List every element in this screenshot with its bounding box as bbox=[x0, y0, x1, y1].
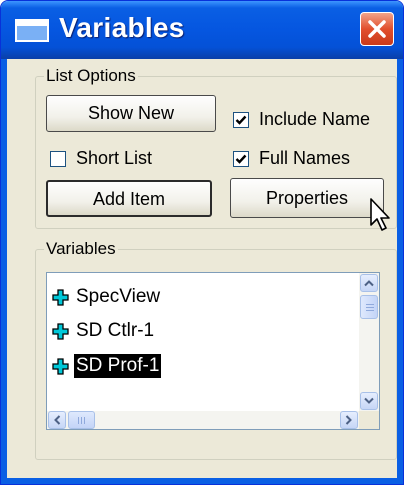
vertical-scroll-thumb[interactable] bbox=[360, 295, 378, 319]
window-title: Variables bbox=[59, 12, 185, 43]
scrollbar-corner bbox=[359, 411, 379, 429]
scroll-up-button[interactable] bbox=[360, 274, 378, 292]
include-name-checkbox[interactable]: Include Name bbox=[233, 109, 370, 130]
vertical-scrollbar[interactable] bbox=[359, 273, 379, 411]
checkmark-icon bbox=[235, 154, 247, 164]
window-frame-bottom bbox=[1, 478, 403, 484]
mouse-pointer-icon bbox=[370, 198, 390, 231]
horizontal-scrollbar[interactable] bbox=[47, 411, 359, 429]
properties-button[interactable]: Properties bbox=[230, 178, 384, 218]
include-name-check-box[interactable] bbox=[233, 111, 249, 128]
short-list-checkbox[interactable]: Short List bbox=[50, 148, 152, 169]
list-item[interactable]: SpecView bbox=[52, 285, 162, 309]
chevron-down-icon bbox=[364, 397, 374, 404]
list-item-label: SD Ctlr-1 bbox=[76, 320, 155, 341]
chevron-right-icon bbox=[345, 415, 352, 425]
full-names-label: Full Names bbox=[259, 148, 351, 168]
full-names-checkbox[interactable]: Full Names bbox=[233, 148, 350, 169]
list-options-legend: List Options bbox=[46, 66, 136, 85]
checkmark-icon bbox=[235, 115, 247, 125]
full-names-check-box[interactable] bbox=[233, 150, 249, 167]
plus-icon bbox=[52, 357, 69, 375]
plus-icon bbox=[52, 288, 69, 306]
chevron-up-icon bbox=[364, 280, 374, 287]
add-item-button[interactable]: Add Item bbox=[46, 180, 212, 217]
list-item-label: SpecView bbox=[76, 286, 161, 307]
list-item-selected[interactable]: SD Prof-1 bbox=[52, 354, 162, 378]
scroll-right-button[interactable] bbox=[340, 411, 358, 429]
list-item[interactable]: SD Ctlr-1 bbox=[52, 319, 156, 343]
window-icon bbox=[15, 19, 49, 42]
scroll-left-button[interactable] bbox=[48, 411, 66, 429]
title-bar[interactable]: Variables bbox=[1, 1, 403, 59]
close-icon bbox=[368, 20, 386, 38]
short-list-label: Short List bbox=[76, 148, 153, 168]
window-frame-left bbox=[1, 59, 7, 484]
include-name-label: Include Name bbox=[259, 109, 371, 129]
variables-listbox[interactable]: SpecView SD Ctlr-1 SD Prof-1 bbox=[46, 272, 380, 430]
window-frame-right bbox=[397, 59, 403, 484]
plus-icon bbox=[52, 322, 69, 340]
show-new-button[interactable]: Show New bbox=[46, 95, 216, 132]
chevron-left-icon bbox=[54, 415, 61, 425]
horizontal-scroll-thumb[interactable] bbox=[68, 411, 95, 429]
close-button[interactable] bbox=[360, 12, 394, 46]
scroll-down-button[interactable] bbox=[360, 392, 378, 410]
short-list-check-box[interactable] bbox=[50, 150, 66, 167]
variables-legend: Variables bbox=[46, 239, 116, 258]
list-item-label: SD Prof-1 bbox=[74, 354, 162, 378]
